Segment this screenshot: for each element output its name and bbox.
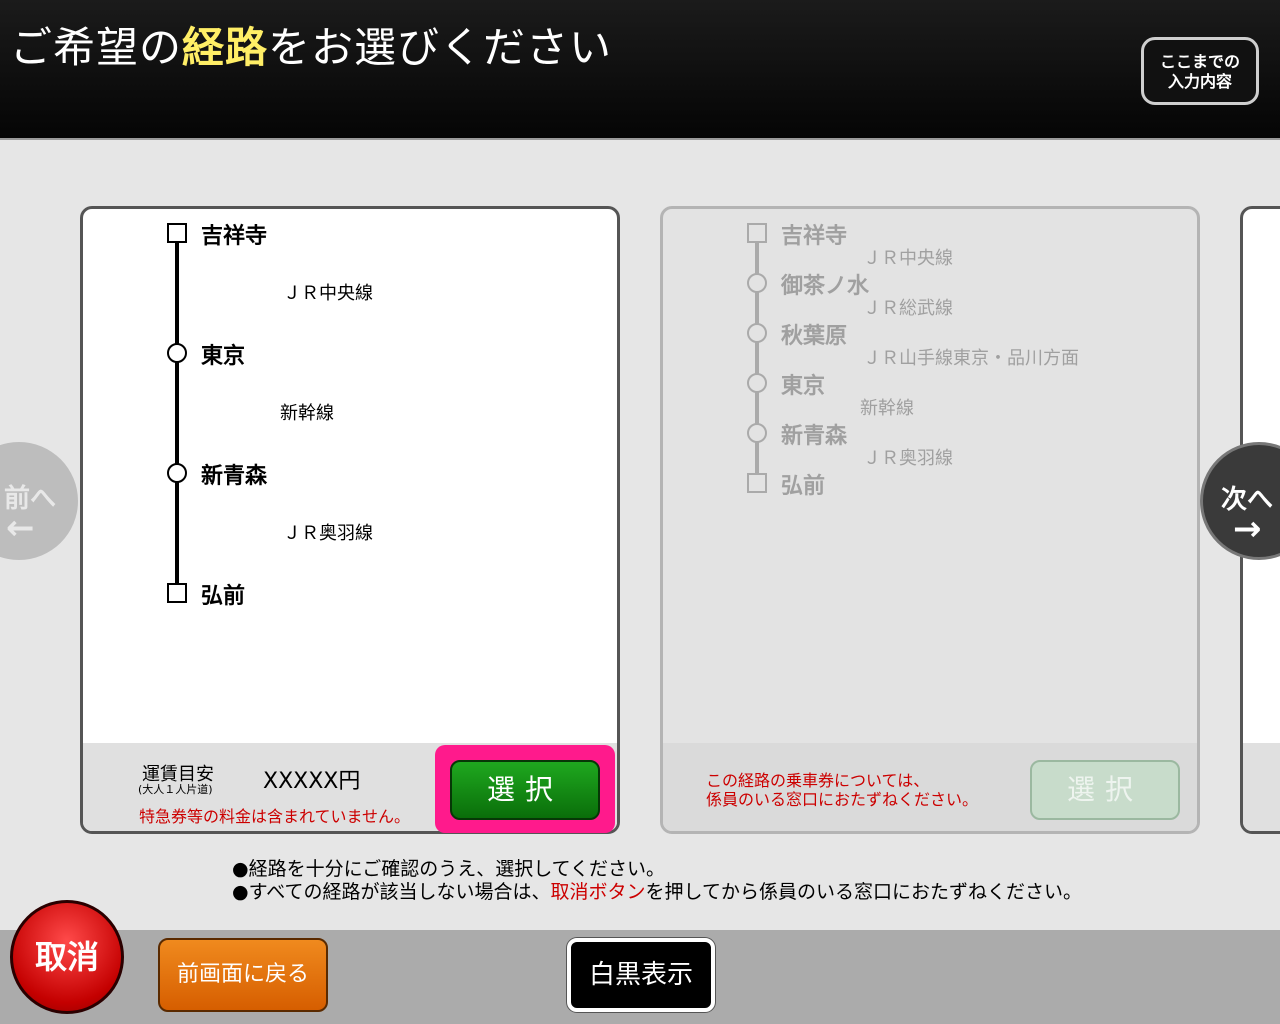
header-bar: ご希望の経路をお選びください ここまでの 入力内容 bbox=[0, 0, 1280, 140]
station-node-square bbox=[167, 223, 187, 243]
arrow-right-icon: → bbox=[1233, 509, 1262, 549]
line-name: ＪＲ中央線 bbox=[863, 248, 953, 269]
station-node-circle bbox=[167, 463, 187, 483]
line-name: 新幹線 bbox=[860, 398, 914, 419]
select-route-2-button: 選択 bbox=[1030, 760, 1180, 820]
line-name: ＪＲ奥羽線 bbox=[283, 523, 373, 544]
station-node-circle bbox=[747, 423, 767, 443]
station-name: 東京 bbox=[201, 344, 246, 369]
station-name: 弘前 bbox=[781, 474, 826, 499]
line-name: ＪＲ山手線東京・品川方面 bbox=[863, 348, 1079, 369]
route-card-footer bbox=[1243, 743, 1280, 831]
line-name: ＪＲ中央線 bbox=[283, 283, 373, 304]
route-card-1[interactable]: 吉祥寺 ＪＲ中央線 東京 新幹線 新青森 ＪＲ奥羽線 弘前 bbox=[80, 206, 620, 834]
instruction-text: を押してから係員のいる窓口におたずねください。 bbox=[645, 881, 1082, 903]
review-button-line1: ここまでの bbox=[1159, 52, 1240, 71]
instruction-text: ●すべての経路が該当しない場合は、 bbox=[232, 881, 551, 903]
station-node-square bbox=[747, 473, 767, 493]
select-route-1-button[interactable]: 選択 bbox=[450, 760, 600, 820]
review-input-button[interactable]: ここまでの 入力内容 bbox=[1141, 37, 1259, 105]
station-node-circle bbox=[747, 373, 767, 393]
line-name: 新幹線 bbox=[280, 403, 334, 424]
cancel-button[interactable]: 取消 bbox=[10, 900, 124, 1014]
route-line bbox=[175, 239, 179, 597]
line-name: ＪＲ総武線 bbox=[863, 298, 953, 319]
monochrome-display-button[interactable]: 白黒表示 bbox=[567, 938, 715, 1012]
station-name: 吉祥寺 bbox=[781, 224, 848, 249]
review-button-line2: 入力内容 bbox=[1167, 72, 1232, 91]
fare-note: 特急券等の料金は含まれていません。 bbox=[139, 807, 411, 826]
station-name: 弘前 bbox=[201, 584, 246, 609]
fare-value: XXXXX円 bbox=[263, 769, 361, 794]
station-name: 秋葉原 bbox=[781, 324, 848, 349]
instruction-cancel-ref: 取消ボタン bbox=[550, 881, 646, 903]
station-name: 新青森 bbox=[201, 464, 268, 489]
station-node-circle bbox=[747, 323, 767, 343]
title-text-post: をお選びください bbox=[268, 23, 613, 72]
station-name: 東京 bbox=[781, 374, 826, 399]
line-name: ＪＲ奥羽線 bbox=[863, 448, 953, 469]
route-2-note-line2: 係員のいる窓口におたずねください。 bbox=[706, 790, 979, 809]
arrow-left-icon: ← bbox=[6, 508, 35, 548]
title-text-pre: ご希望の bbox=[10, 23, 183, 72]
station-node-square bbox=[747, 223, 767, 243]
page-title: ご希望の経路をお選びください bbox=[10, 14, 612, 75]
station-name: 新青森 bbox=[781, 424, 848, 449]
station-node-square bbox=[167, 583, 187, 603]
station-node-circle bbox=[747, 273, 767, 293]
back-to-previous-button[interactable]: 前画面に戻る bbox=[158, 938, 328, 1012]
route-card-2[interactable]: 吉祥寺 ＪＲ中央線 御茶ノ水 ＪＲ総武線 秋葉原 ＪＲ山手線東京・品川方面 東京… bbox=[660, 206, 1200, 834]
fare-sublabel: (大人１人片道) bbox=[138, 783, 213, 796]
instruction-line-2: ●すべての経路が該当しない場合は、取消ボタンを押してから係員のいる窓口におたずね… bbox=[232, 877, 1082, 904]
station-name: 御茶ノ水 bbox=[781, 274, 870, 299]
station-node-circle bbox=[167, 343, 187, 363]
title-text-highlight: 経路 bbox=[182, 23, 269, 72]
route-2-note-line1: この経路の乗車券については、 bbox=[706, 771, 930, 790]
station-name: 吉祥寺 bbox=[201, 224, 268, 249]
